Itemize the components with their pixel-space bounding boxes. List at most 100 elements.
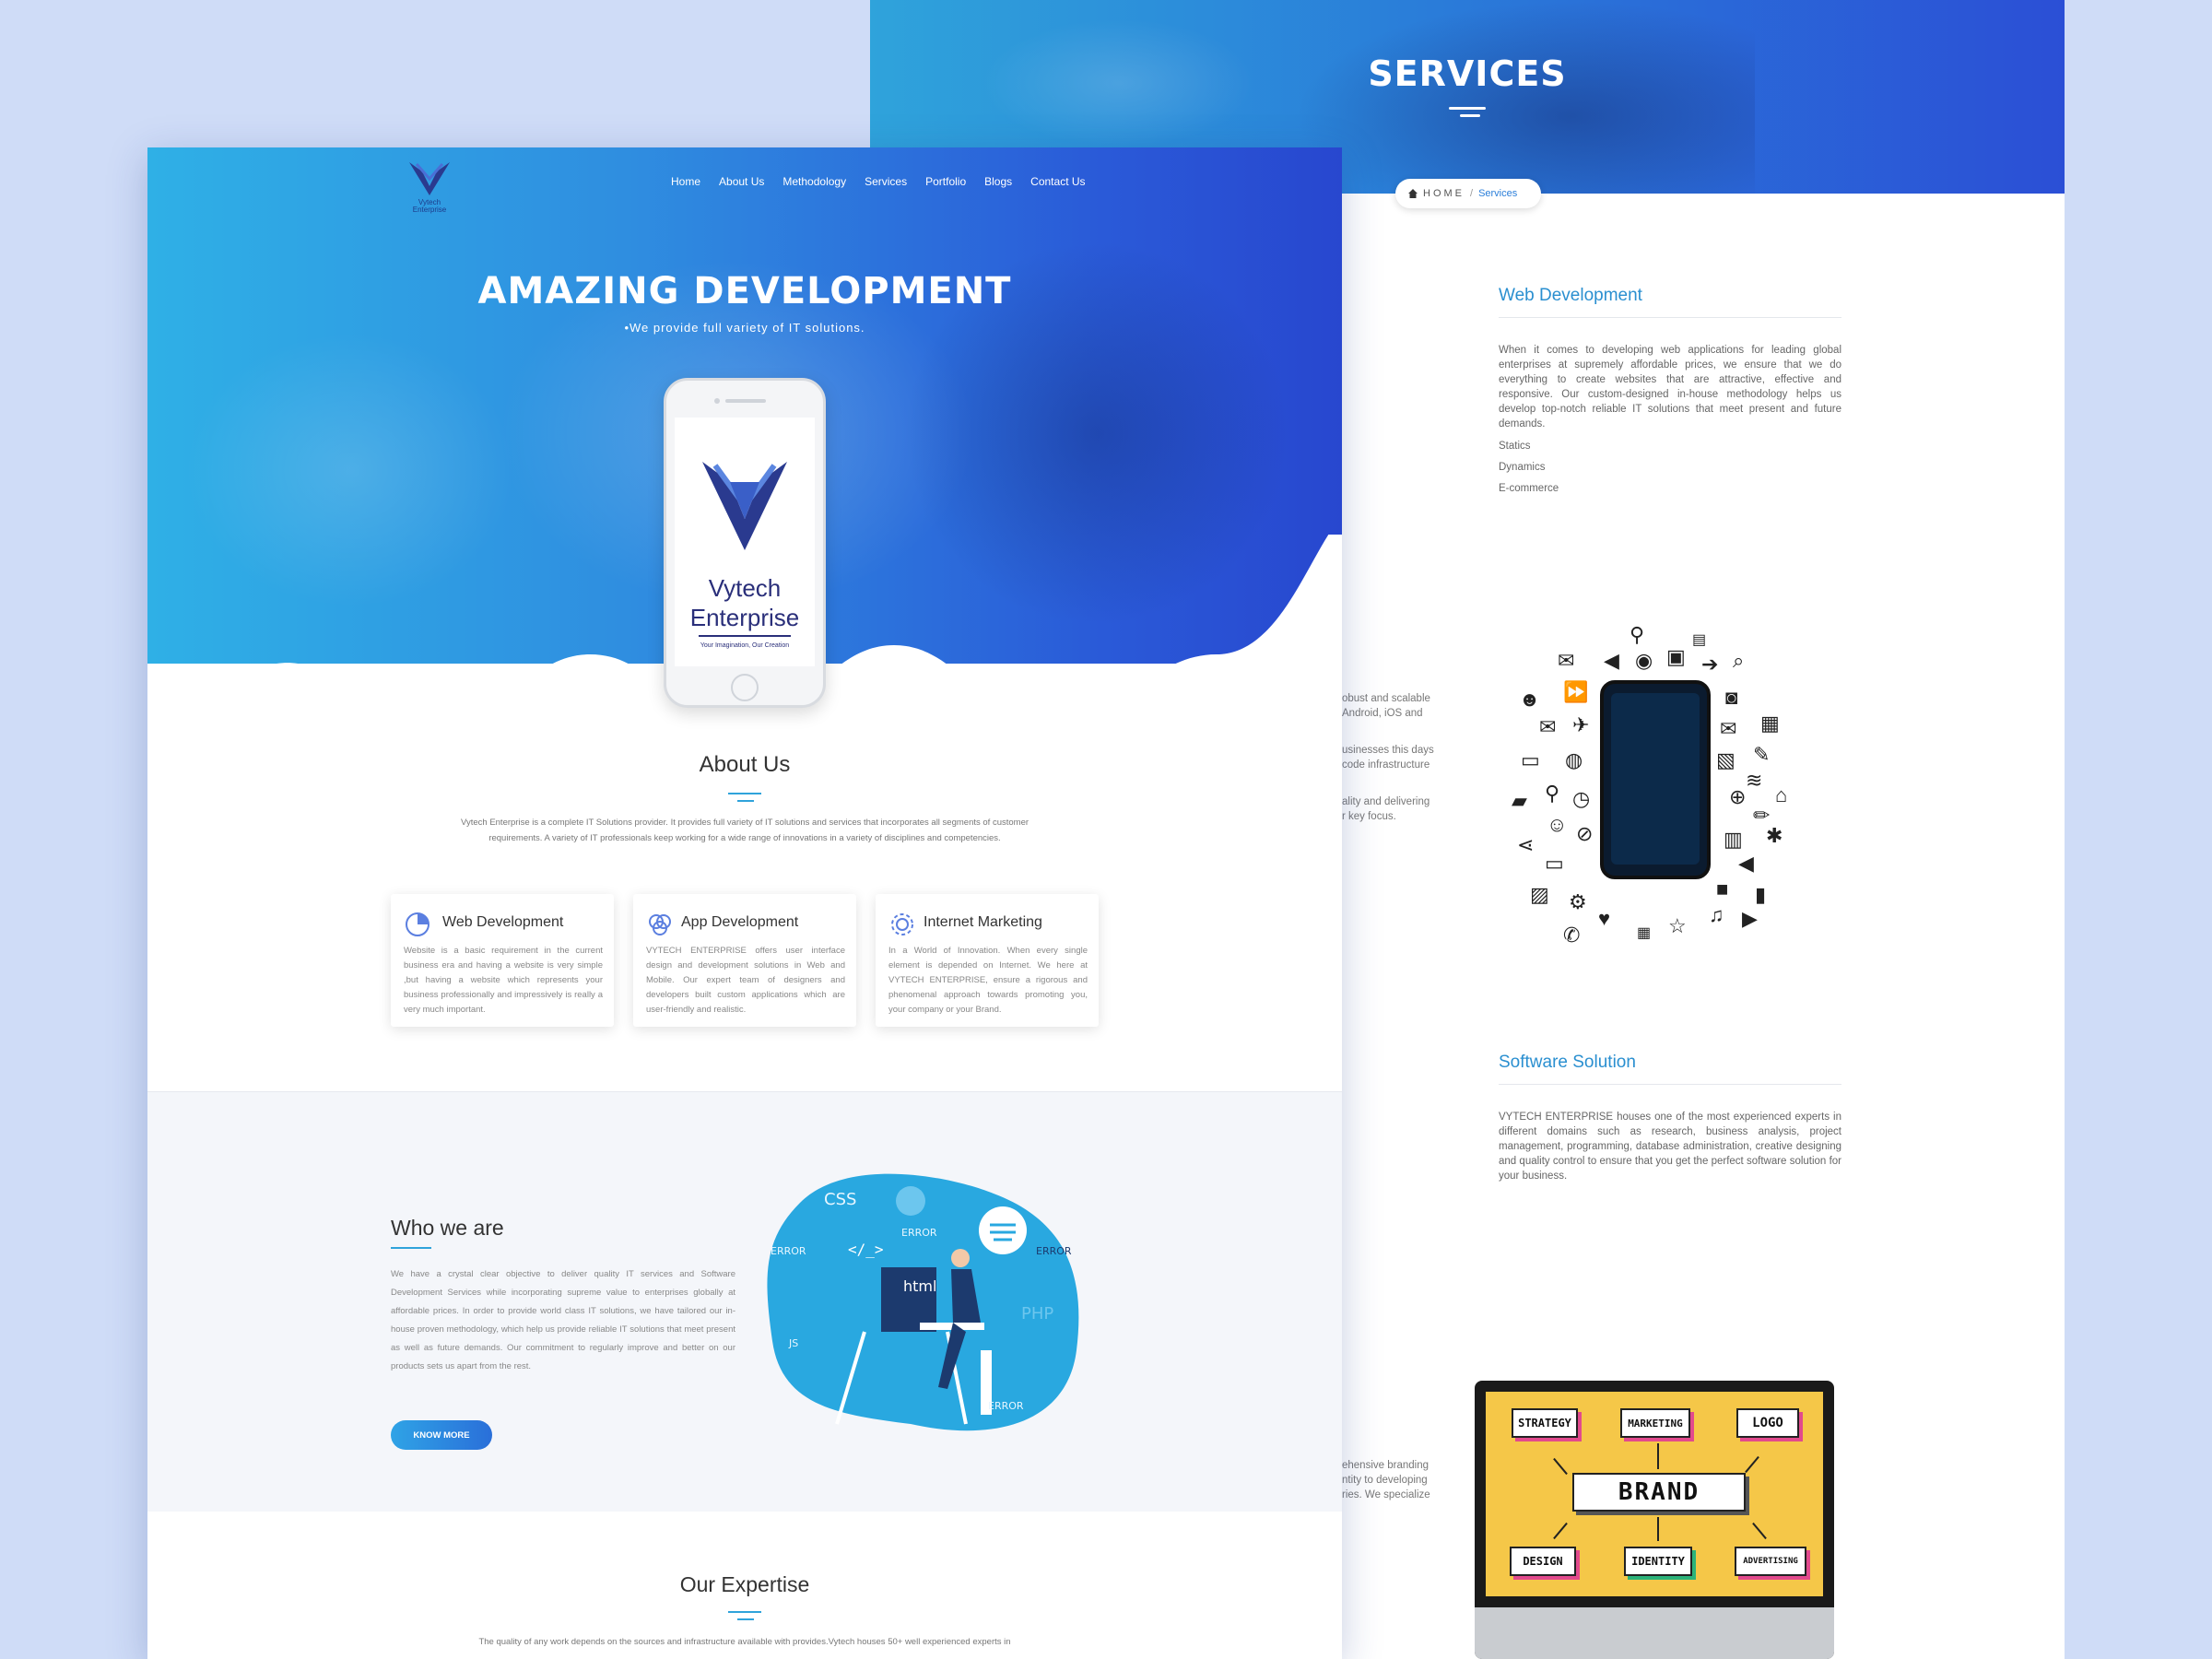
title-underline — [1449, 107, 1486, 110]
music-icon: ♫ — [1709, 903, 1724, 926]
airplane-icon: ✈ — [1572, 713, 1590, 736]
brand-box-advertising: ADVERTISING — [1735, 1547, 1806, 1576]
home-page: Vytech Enterprise Home About Us Methodol… — [147, 147, 1342, 1659]
app-development-text-line: r key focus. — [1342, 811, 1396, 822]
nav-methodology[interactable]: Methodology — [782, 175, 846, 188]
share-icon: ⋖ — [1517, 833, 1535, 856]
label-css: CSS — [824, 1190, 856, 1209]
nav-contact-us[interactable]: Contact Us — [1030, 175, 1085, 188]
group-icon: ⊕ — [1729, 785, 1747, 808]
star-icon: ☆ — [1668, 914, 1687, 937]
phone-icon: ✆ — [1563, 924, 1581, 947]
know-more-button[interactable]: KNOW MORE — [391, 1420, 492, 1450]
pie-chart-icon — [406, 912, 429, 936]
card-icon: ▣ — [1666, 645, 1686, 668]
main-nav: Home About Us Methodology Services Portf… — [671, 175, 1086, 188]
expertise-underline — [728, 1611, 761, 1613]
app-development-text-line: ality and delivering — [1342, 796, 1430, 807]
battery-icon: ▭ — [1545, 852, 1564, 875]
breadcrumb-separator: / — [1470, 188, 1474, 199]
service-card-internet-marketing[interactable]: Internet Marketing In a World of Innovat… — [876, 894, 1099, 1027]
folder-icon: ▰ — [1512, 789, 1527, 812]
breadcrumb-current: Services — [1478, 188, 1518, 199]
card-title: Web Development — [442, 914, 564, 930]
record-icon: ◉ — [1635, 649, 1653, 672]
search-icon: ⌕ — [1733, 649, 1745, 672]
envelope-icon: ✉ — [1558, 649, 1575, 672]
camera-icon: ◙ — [1725, 686, 1738, 709]
card-text: VYTECH ENTERPRISE offers user interface … — [646, 946, 845, 1015]
card-title: Internet Marketing — [924, 914, 1042, 930]
brand-box-logo: LOGO — [1736, 1408, 1799, 1438]
phone-screen: Vytech Enterprise Your Imagination, Our … — [675, 418, 815, 666]
expertise-underline-short — [737, 1618, 754, 1620]
app-icons-illustration: ⚲ ▤ ✉ ◀ ◉ ▣ ➔ ⌕ ☻ ⏩ ◙ ✉ ✈ ✉ ▦ ▭ ◍ ▧ ✎ ▰ … — [1512, 618, 1816, 959]
user-icon: ☻ — [1519, 688, 1541, 711]
app-development-text-line: obust and scalable — [1342, 693, 1430, 704]
bars-icon: ▥ — [1724, 828, 1743, 851]
about-underline-short — [737, 800, 754, 802]
label-html: html — [903, 1277, 936, 1295]
hero-subtitle: •We provide full variety of IT solutions… — [624, 321, 865, 335]
who-text: We have a crystal clear objective to del… — [391, 1269, 735, 1371]
gear-icon: ⚙ — [1569, 890, 1587, 913]
logo-text: Vytech Enterprise — [412, 198, 447, 214]
home-icon — [1408, 189, 1418, 198]
play-icon: ▶ — [1742, 907, 1758, 930]
web-development-text: When it comes to developing web applicat… — [1499, 345, 1841, 429]
title-underline-short — [1460, 114, 1480, 117]
back-icon: ◀ — [1604, 649, 1619, 672]
circles-icon — [649, 914, 671, 935]
about-text: Vytech Enterprise is a complete IT Solut… — [460, 818, 1030, 843]
phone-mockup: Vytech Enterprise Your Imagination, Our … — [664, 378, 826, 708]
nav-home[interactable]: Home — [671, 175, 700, 188]
who-underline — [391, 1247, 431, 1249]
about-title: About Us — [699, 752, 791, 777]
brand-box-center: BRAND — [1572, 1473, 1746, 1512]
speaker-icon: ◀ — [1738, 852, 1754, 875]
label-error: ERROR — [771, 1245, 806, 1257]
nav-about-us[interactable]: About Us — [719, 175, 764, 188]
card-title: App Development — [681, 914, 799, 930]
nav-blogs[interactable]: Blogs — [984, 175, 1012, 188]
card-text: Website is a basic requirement in the cu… — [404, 946, 603, 1015]
fast-forward-icon: ⏩ — [1563, 680, 1589, 703]
nav-services[interactable]: Services — [865, 175, 907, 188]
brand-box-strategy: STRATEGY — [1512, 1408, 1578, 1438]
divider — [1499, 1084, 1841, 1085]
phone-home-button — [731, 674, 759, 701]
bluetooth-icon: ✱ — [1766, 824, 1783, 847]
mail-icon: ✉ — [1720, 717, 1737, 740]
app-development-text-line: code infrastructure — [1342, 759, 1430, 771]
gear-icon — [891, 913, 913, 935]
branding-monitor-image: STRATEGY MARKETING LOGO BRAND DESIGN IDE… — [1475, 1381, 1834, 1659]
nav-portfolio[interactable]: Portfolio — [925, 175, 966, 188]
about-underline — [728, 793, 761, 794]
branding-text-line: ntity to developing — [1342, 1475, 1428, 1486]
breadcrumb-home[interactable]: HOME — [1423, 188, 1465, 199]
brand-box-design: DESIGN — [1510, 1547, 1576, 1576]
user-add-icon: ☺ — [1547, 813, 1568, 836]
image-icon: ▨ — [1530, 883, 1549, 906]
video-icon: ■ — [1716, 877, 1729, 900]
mail-open-icon: ✉ — [1539, 715, 1557, 738]
developer-illustration: CSS ERROR </_> ERROR ERROR html JS PHP E… — [767, 1173, 1079, 1431]
phone-brand-line2: Enterprise — [689, 604, 800, 631]
clapboard-icon: ▦ — [1760, 712, 1780, 735]
logo[interactable]: Vytech Enterprise — [404, 159, 455, 214]
service-card-app-development[interactable]: App Development VYTECH ENTERPRISE offers… — [633, 894, 856, 1027]
divider — [1499, 317, 1841, 318]
software-solution-text: VYTECH ENTERPRISE houses one of the most… — [1499, 1112, 1841, 1182]
smartphone-icon — [1600, 680, 1711, 879]
service-card-web-development[interactable]: Web Development Website is a basic requi… — [391, 894, 614, 1027]
heart-icon: ♥ — [1598, 907, 1611, 930]
who-we-are-section: Who we are We have a crystal clear objec… — [147, 1091, 1342, 1512]
branding-text-line: ehensive branding — [1342, 1460, 1429, 1471]
brand-box-marketing: MARKETING — [1620, 1408, 1690, 1438]
label-code: </_> — [848, 1241, 884, 1258]
logo-icon — [409, 162, 450, 195]
compass-icon: ⊘ — [1576, 822, 1594, 845]
web-development-title: Web Development — [1499, 286, 1642, 305]
label-error: ERROR — [988, 1400, 1024, 1412]
hero-title: AMAZING DEVELOPMENT — [477, 270, 1012, 312]
